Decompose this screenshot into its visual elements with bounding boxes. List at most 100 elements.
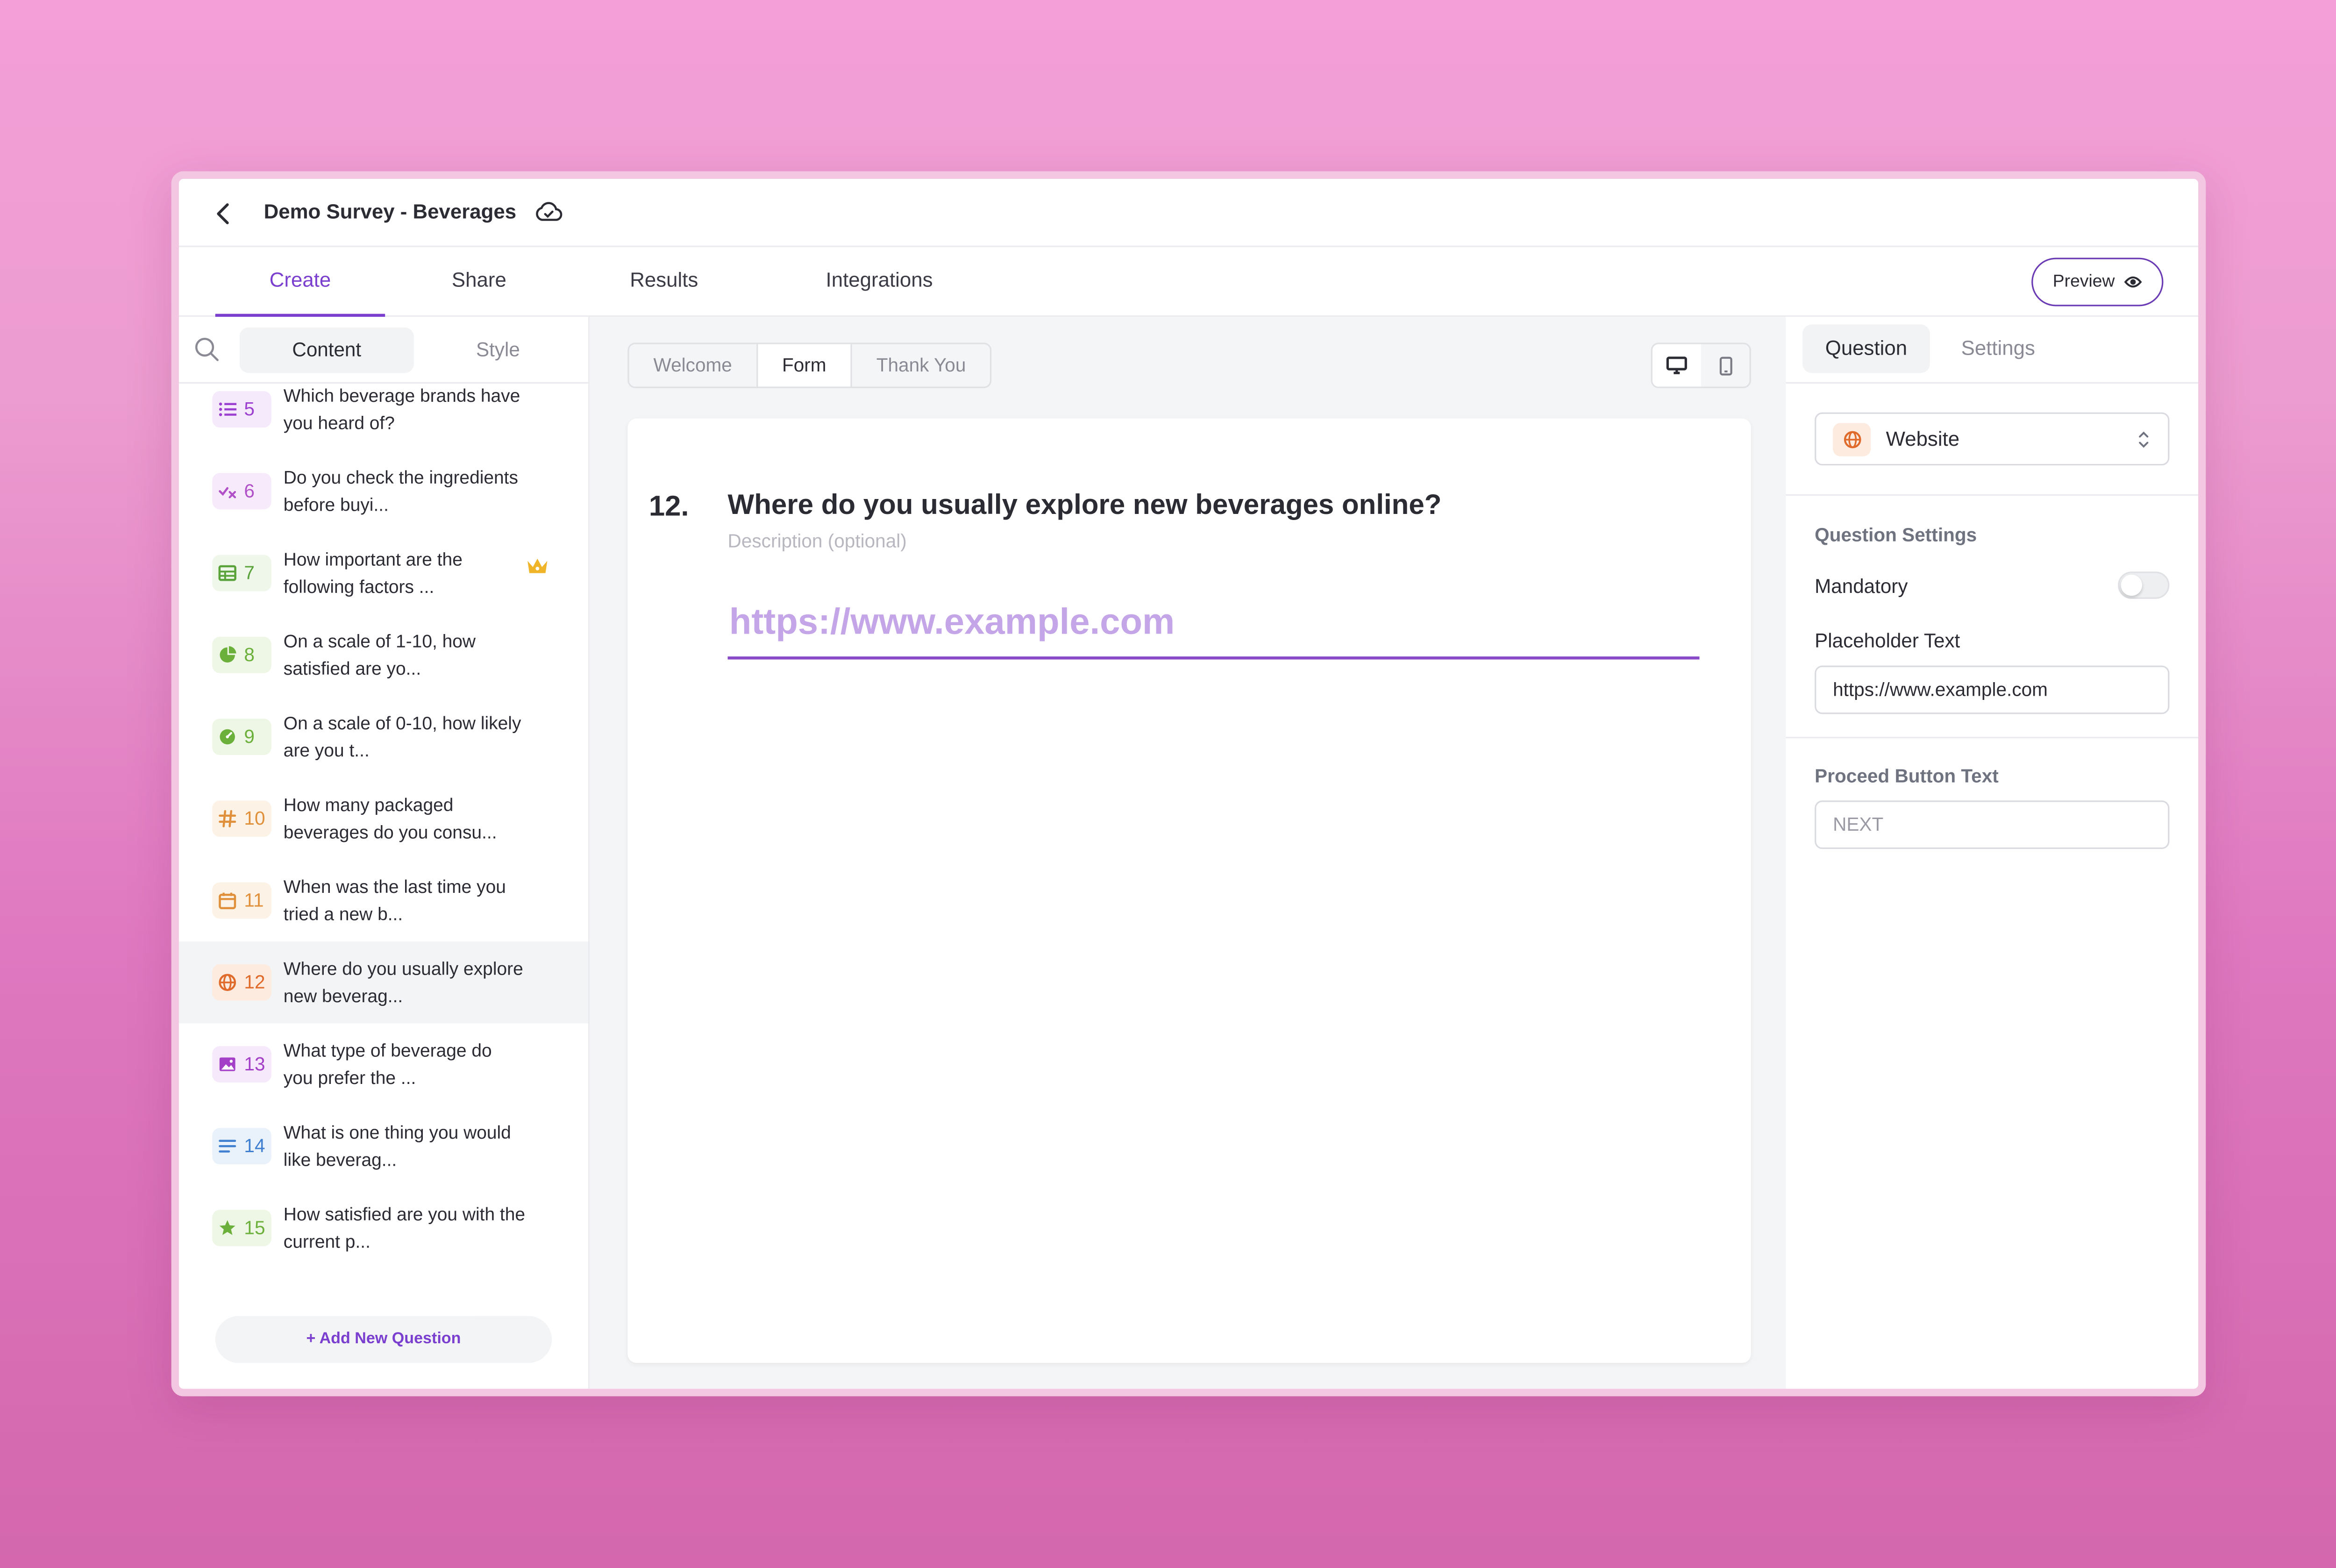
back-arrow-icon[interactable]: [212, 200, 236, 227]
question-badge: 12: [212, 964, 271, 1001]
question-text: Where do you usually explore new beverag…: [283, 958, 523, 1007]
question-number: 6: [244, 480, 255, 502]
question-text: How important are the following factors …: [283, 549, 463, 598]
question-badge: 6: [212, 473, 271, 510]
form-canvas: Welcome Form Thank You 12. Where do you …: [590, 317, 1786, 1389]
question-number: 14: [244, 1135, 265, 1157]
question-badge: 9: [212, 719, 271, 755]
chevron-up-down-icon: [2139, 431, 2149, 448]
question-type-select[interactable]: Website: [1815, 412, 2170, 466]
question-description[interactable]: Description (optional): [728, 531, 907, 552]
question-number: 7: [244, 562, 255, 584]
survey-title: Demo Survey - Beverages: [264, 200, 517, 223]
question-text: When was the last time you tried a new b…: [283, 876, 506, 925]
question-badge: 13: [212, 1046, 271, 1083]
question-item-7[interactable]: 7 How important are the following factor…: [179, 532, 588, 614]
question-item-5[interactable]: 5 Which beverage brands have you heard o…: [179, 369, 588, 450]
eye-icon: [2124, 276, 2142, 288]
question-item-8[interactable]: 8 On a scale of 1-10, how satisfied are …: [179, 614, 588, 696]
mandatory-toggle[interactable]: [2118, 571, 2170, 599]
preview-label: Preview: [2052, 273, 2115, 292]
proceed-button-text-heading: Proceed Button Text: [1815, 765, 1999, 787]
question-item-6[interactable]: 6 Do you check the ingredients before bu…: [179, 450, 588, 532]
sidebar-tab-style[interactable]: Style: [411, 328, 585, 373]
question-text: On a scale of 0-10, how likely are you t…: [283, 713, 521, 761]
question-item-10[interactable]: 10 How many packaged beverages do you co…: [179, 778, 588, 860]
question-text: On a scale of 1-10, how satisfied are yo…: [283, 630, 476, 679]
question-text: What is one thing you would like beverag…: [283, 1122, 511, 1171]
section-welcome[interactable]: Welcome: [629, 344, 758, 387]
preview-button[interactable]: Preview: [2031, 257, 2164, 306]
proceed-button-text-input[interactable]: NEXT: [1815, 800, 2170, 849]
top-bar: Demo Survey - Beverages: [178, 179, 2199, 247]
question-item-9[interactable]: 9 On a scale of 0-10, how likely are you…: [179, 696, 588, 777]
question-number: 10: [244, 808, 265, 829]
question-number: 12: [244, 971, 265, 993]
gauge-icon: [220, 729, 235, 745]
question-badge: 5: [212, 391, 271, 428]
tab-share[interactable]: Share: [403, 247, 555, 317]
matrix-icon: [218, 565, 236, 581]
tab-settings[interactable]: Settings: [1934, 324, 2062, 373]
mobile-icon: [1719, 356, 1732, 375]
desktop-icon: [1666, 356, 1687, 374]
properties-tabs: Question Settings: [1786, 317, 2199, 384]
question-text: How many packaged beverages do you consu…: [283, 794, 497, 843]
yes-no-icon: [219, 487, 236, 499]
question-number: 5: [244, 399, 255, 420]
sidebar-tab-content[interactable]: Content: [239, 327, 414, 373]
question-type-label: Website: [1886, 428, 1960, 450]
search-icon[interactable]: [194, 336, 220, 362]
tab-results[interactable]: Results: [588, 247, 740, 317]
add-new-question-button[interactable]: + Add New Question: [215, 1316, 552, 1363]
question-card: 12. Where do you usually explore new bev…: [627, 418, 1751, 1363]
divider: [1786, 494, 2199, 496]
question-item-14[interactable]: 14 What is one thing you would like beve…: [179, 1105, 588, 1187]
section-thank-you[interactable]: Thank You: [852, 344, 990, 387]
tab-create[interactable]: Create: [215, 247, 385, 317]
app-window: Demo Survey - Beverages Create Share Res…: [171, 171, 2206, 1397]
question-badge: 10: [212, 800, 271, 837]
question-title[interactable]: Where do you usually explore new beverag…: [728, 488, 1442, 521]
question-text: What type of beverage do you prefer the …: [283, 1040, 492, 1089]
question-number-label: 12.: [648, 491, 689, 523]
question-number: 13: [244, 1054, 265, 1075]
device-toggle: [1651, 342, 1751, 388]
question-badge: 14: [212, 1128, 271, 1165]
question-badge: 11: [212, 882, 271, 919]
crown-icon: [527, 558, 548, 573]
image-icon: [219, 1057, 235, 1071]
divider: [1786, 737, 2199, 739]
website-answer-input[interactable]: https://www.example.com: [727, 590, 1700, 660]
calendar-icon: [219, 892, 236, 909]
question-type-icon-box: [1833, 422, 1871, 456]
mandatory-label: Mandatory: [1815, 574, 1908, 598]
question-badge: 15: [212, 1210, 271, 1247]
globe-icon: [219, 974, 236, 991]
question-number: 15: [244, 1217, 265, 1239]
desktop-view-button[interactable]: [1652, 344, 1701, 387]
question-text: Which beverage brands have you heard of?: [283, 385, 520, 434]
question-text: How satisfied are you with the current p…: [283, 1204, 526, 1253]
placeholder-text-label: Placeholder Text: [1815, 629, 1960, 652]
question-item-11[interactable]: 11 When was the last time you tried a ne…: [179, 860, 588, 941]
question-item-13[interactable]: 13 What type of beverage do you prefer t…: [179, 1023, 588, 1105]
section-form[interactable]: Form: [758, 344, 852, 387]
question-item-15[interactable]: 15 How satisfied are you with the curren…: [179, 1187, 588, 1269]
globe-icon: [1843, 430, 1860, 448]
pie-icon: [220, 646, 236, 663]
question-number: 11: [244, 890, 264, 912]
properties-panel: Question Settings Website Question Setti…: [1786, 317, 2199, 1389]
question-badge: 7: [212, 555, 271, 592]
question-item-12[interactable]: 12 Where do you usually explore new beve…: [178, 941, 589, 1024]
mobile-view-button[interactable]: [1701, 344, 1750, 387]
list-icon: [219, 402, 237, 416]
tab-question[interactable]: Question: [1802, 324, 1930, 373]
question-text: Do you check the ingredients before buyi…: [283, 467, 518, 516]
question-number: 8: [244, 644, 255, 666]
star-icon: [219, 1220, 235, 1235]
placeholder-text-input[interactable]: https://www.example.com: [1815, 665, 2170, 714]
text-lines-icon: [219, 1140, 236, 1153]
question-sidebar: Content Style 5 Which beverage brands ha…: [178, 317, 590, 1389]
tab-integrations[interactable]: Integrations: [791, 247, 967, 317]
